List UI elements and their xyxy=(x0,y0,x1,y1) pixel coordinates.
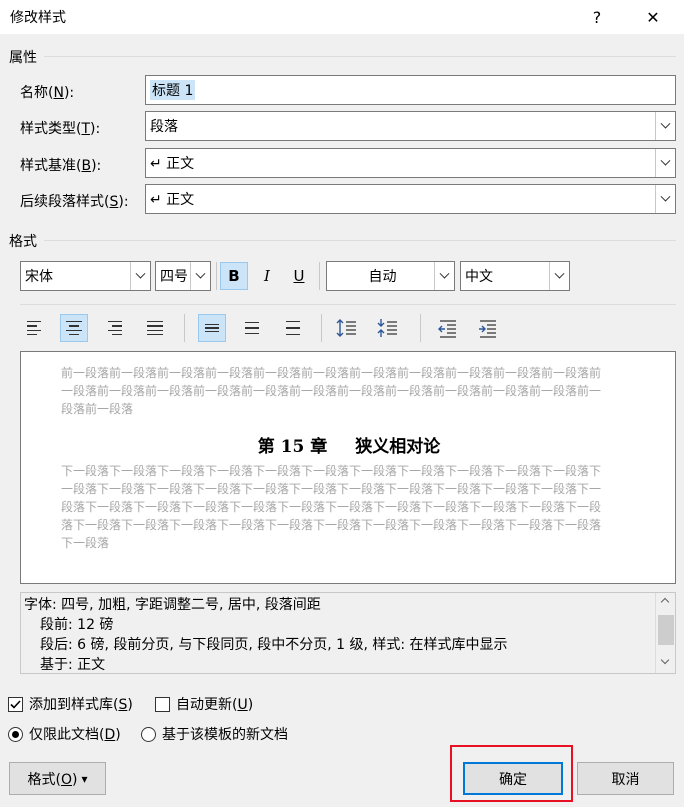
checkbox-checked[interactable] xyxy=(8,696,23,712)
font-color-value: 自动 xyxy=(368,269,397,285)
single-spacing-button[interactable] xyxy=(198,314,226,342)
style-type-select[interactable]: 段落 xyxy=(145,111,676,141)
preview-heading-number: 第 15 章 xyxy=(257,437,328,457)
bold-button[interactable]: B xyxy=(220,262,248,290)
align-left-button[interactable] xyxy=(20,314,48,342)
increase-indent-button[interactable] xyxy=(474,314,502,342)
description-line: 段前: 12 磅 xyxy=(40,617,114,633)
help-button[interactable]: ? xyxy=(574,0,620,34)
underline-button[interactable]: U xyxy=(285,262,313,290)
script-value: 中文 xyxy=(465,269,493,285)
add-to-gallery-checkbox[interactable]: 添加到样式库(S) xyxy=(8,694,133,714)
font-size-select[interactable]: 四号 xyxy=(155,261,211,291)
template-documents-radio[interactable]: 基于该模板的新文档 xyxy=(141,724,288,744)
name-label: 名称(N): xyxy=(20,85,75,101)
font-color-select[interactable]: 自动 xyxy=(326,261,455,291)
decrease-indent-button[interactable] xyxy=(434,314,462,342)
chevron-down-icon[interactable] xyxy=(190,262,210,290)
italic-button[interactable]: I xyxy=(253,262,281,290)
align-right-button[interactable] xyxy=(101,314,129,342)
one-half-spacing-button[interactable] xyxy=(238,314,266,342)
spacing-before-icon xyxy=(336,319,356,337)
format-toolbar-divider xyxy=(20,304,676,305)
style-base-select[interactable]: ↵ 正文 xyxy=(145,148,676,178)
style-base-value: ↵ 正文 xyxy=(150,156,195,172)
properties-divider xyxy=(44,56,676,57)
preview-previous-paragraph: 前一段落前一段落前一段落前一段落前一段落前一段落前一段落前一段落前一段落前一段落… xyxy=(61,366,602,416)
only-this-document-radio[interactable]: 仅限此文档(D) xyxy=(8,724,121,744)
add-to-gallery-label: 添加到样式库(S) xyxy=(29,697,133,713)
toolbar-separator xyxy=(319,262,320,290)
indent-icon xyxy=(479,320,496,338)
dialog-title: 修改样式 xyxy=(10,10,66,26)
spacing-decrease-icon xyxy=(377,319,397,337)
ok-button[interactable]: 确定 xyxy=(463,762,563,795)
preview-heading: 第 15 章 狭义相对论 xyxy=(21,432,675,457)
style-name-value: 标题 1 xyxy=(150,80,196,100)
properties-section-label: 属性 xyxy=(9,50,37,66)
toolbar-separator xyxy=(184,314,185,342)
next-style-select[interactable]: ↵ 正文 xyxy=(145,184,676,214)
checkbox-unchecked[interactable] xyxy=(155,696,170,712)
decrease-spacing-button[interactable] xyxy=(374,314,402,342)
chevron-down-icon[interactable] xyxy=(549,262,569,290)
auto-update-checkbox[interactable]: 自动更新(U) xyxy=(155,694,253,714)
template-documents-label: 基于该模板的新文档 xyxy=(162,727,288,743)
preview-heading-text: 狭义相对论 xyxy=(355,437,441,457)
align-center-button[interactable] xyxy=(60,314,88,342)
caret-down-icon: ▾ xyxy=(81,771,88,786)
next-style-value: ↵ 正文 xyxy=(150,192,195,208)
auto-update-label: 自动更新(U) xyxy=(176,697,254,713)
toolbar-separator xyxy=(321,314,322,342)
chevron-down-icon[interactable] xyxy=(655,112,675,140)
help-icon: ? xyxy=(592,7,602,27)
cancel-label: 取消 xyxy=(611,771,640,788)
double-spacing-button[interactable] xyxy=(279,314,307,342)
close-icon: ✕ xyxy=(646,7,660,27)
scrollbar-thumb[interactable] xyxy=(658,615,674,645)
radio-unselected[interactable] xyxy=(141,726,156,742)
toolbar-separator xyxy=(216,262,217,290)
style-base-label: 样式基准(B): xyxy=(20,158,102,174)
chevron-down-icon[interactable] xyxy=(655,185,675,213)
ok-label: 确定 xyxy=(499,771,527,788)
style-preview: 前一段落前一段落前一段落前一段落前一段落前一段落前一段落前一段落前一段落前一段落… xyxy=(20,351,676,584)
close-button[interactable]: ✕ xyxy=(630,0,676,34)
next-style-label: 后续段落样式(S): xyxy=(20,194,129,210)
format-menu-button[interactable]: 格式(O) ▾ xyxy=(9,762,106,795)
checkmark-icon xyxy=(10,699,21,709)
justify-button[interactable] xyxy=(141,314,169,342)
cancel-button[interactable]: 取消 xyxy=(577,762,674,795)
chevron-down-icon[interactable] xyxy=(434,262,454,290)
style-type-value: 段落 xyxy=(150,119,178,135)
style-description: 字体: 四号, 加粗, 字距调整二号, 居中, 段落间距 段前: 12 磅 段后… xyxy=(20,592,676,674)
chevron-down-icon[interactable] xyxy=(130,262,150,290)
description-line: 段后: 6 磅, 段前分页, 与下段同页, 段中不分页, 1 级, 样式: 在样… xyxy=(40,637,508,653)
format-divider xyxy=(44,240,676,241)
chevron-down-icon[interactable] xyxy=(655,149,675,177)
toolbar-separator xyxy=(420,314,421,342)
description-line: 字体: 四号, 加粗, 字距调整二号, 居中, 段落间距 xyxy=(24,597,321,613)
format-section-label: 格式 xyxy=(9,234,37,250)
scroll-down-icon[interactable] xyxy=(660,655,670,665)
title-bar: 修改样式 ? ✕ xyxy=(0,0,684,34)
style-name-input[interactable]: 标题 1 xyxy=(145,75,676,105)
outdent-icon xyxy=(438,320,456,338)
format-menu-label: 格式(O) xyxy=(27,771,78,788)
font-size-value: 四号 xyxy=(160,269,188,285)
preview-next-paragraph: 下一段落下一段落下一段落下一段落下一段落下一段落下一段落下一段落下一段落下一段落… xyxy=(61,464,602,550)
radio-selected[interactable] xyxy=(8,726,23,742)
scroll-up-icon[interactable] xyxy=(660,597,670,607)
description-scrollbar[interactable] xyxy=(655,593,675,673)
style-type-label: 样式类型(T): xyxy=(20,121,101,137)
font-select[interactable]: 宋体 xyxy=(20,261,151,291)
increase-spacing-before-button[interactable] xyxy=(333,314,361,342)
description-line: 基于: 正文 xyxy=(40,657,106,673)
font-value: 宋体 xyxy=(25,269,53,285)
only-this-document-label: 仅限此文档(D) xyxy=(29,727,121,743)
script-select[interactable]: 中文 xyxy=(460,261,570,291)
